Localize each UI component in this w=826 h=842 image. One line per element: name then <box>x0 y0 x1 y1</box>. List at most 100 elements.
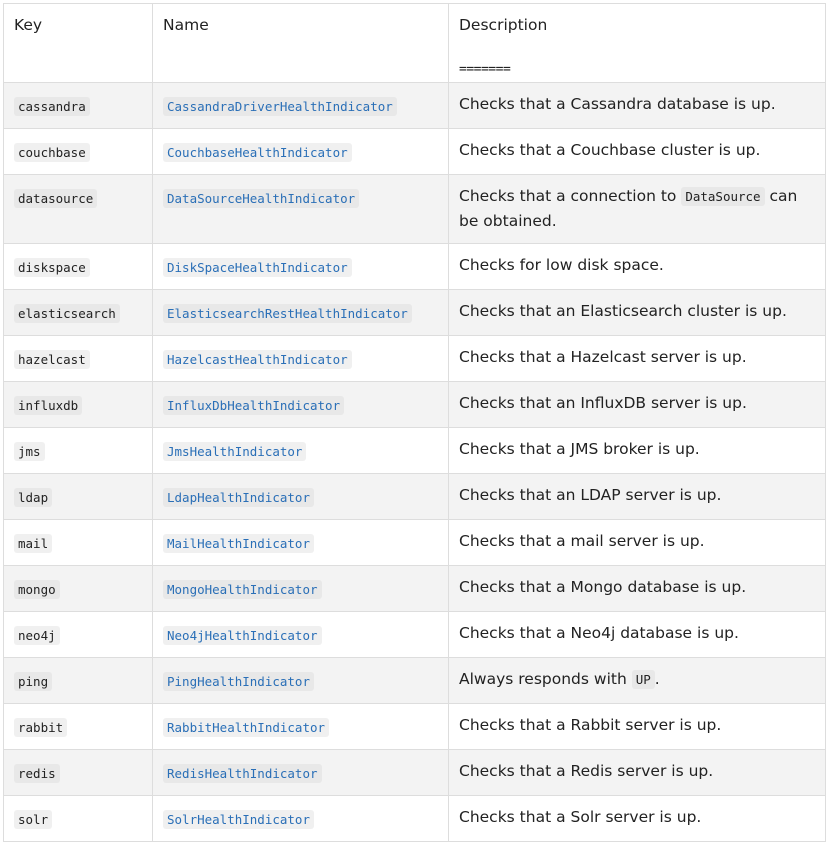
table-row: ldap LdapHealthIndicator Checks that an LD… <box>3 473 826 520</box>
cell-key: jms <box>3 427 153 474</box>
health-indicators-table: Key Name Description ======= cassandra Ca… <box>3 3 826 842</box>
description-text: Checks that a mail server is up. <box>459 532 705 550</box>
cell-key: elasticsearch <box>3 289 153 336</box>
description-text: Checks that a Neo4j database is up. <box>459 624 739 642</box>
cell-description: Checks for low disk space. <box>448 243 826 290</box>
cell-name: DataSourceHealthIndicator <box>152 174 449 244</box>
cell-name: DiskSpaceHealthIndicator <box>152 243 449 290</box>
cell-description: Checks that a Neo4j database is up. <box>448 611 826 658</box>
indicator-class-link[interactable]: CouchbaseHealthIndicator <box>163 143 352 162</box>
cell-name: MailHealthIndicator <box>152 519 449 566</box>
header-description-separator: ======= <box>459 62 511 77</box>
cell-description: Checks that a Mongo database is up. <box>448 565 826 612</box>
cell-name: SolrHealthIndicator <box>152 795 449 842</box>
table-row: redis RedisHealthIndicator Checks that a R… <box>3 749 826 796</box>
description-code: DataSource <box>681 187 765 206</box>
indicator-class-link[interactable]: ElasticsearchRestHealthIndicator <box>163 304 412 323</box>
description-text: Always responds with <box>459 670 632 688</box>
key-code: ping <box>14 672 53 691</box>
header-description-label: Description <box>459 16 548 34</box>
description-text: Checks that a Redis server is up. <box>459 762 714 780</box>
table-row: mail MailHealthIndicator Checks that a mai… <box>3 519 826 566</box>
key-code: neo4j <box>14 626 60 645</box>
cell-name: CouchbaseHealthIndicator <box>152 128 449 175</box>
header-name: Name <box>152 3 449 83</box>
cell-key: rabbit <box>3 703 153 750</box>
cell-name: ElasticsearchRestHealthIndicator <box>152 289 449 336</box>
key-code: redis <box>14 764 60 783</box>
cell-name: MongoHealthIndicator <box>152 565 449 612</box>
table-header-row: Key Name Description ======= <box>3 3 826 83</box>
indicator-class-link[interactable]: InfluxDbHealthIndicator <box>163 396 345 415</box>
indicator-class-link[interactable]: LdapHealthIndicator <box>163 488 314 507</box>
cell-description: Checks that a Solr server is up. <box>448 795 826 842</box>
key-code: rabbit <box>14 718 68 737</box>
cell-description: Checks that a connection to DataSource c… <box>448 174 826 244</box>
description-text: Checks that a Rabbit server is up. <box>459 716 722 734</box>
cell-description: Checks that an InfluxDB server is up. <box>448 381 826 428</box>
description-text: Checks that a Cassandra database is up. <box>459 95 776 113</box>
indicator-class-link[interactable]: JmsHealthIndicator <box>163 442 307 461</box>
cell-description: Checks that a Hazelcast server is up. <box>448 335 826 382</box>
key-code: hazelcast <box>14 350 90 369</box>
indicator-class-link[interactable]: DataSourceHealthIndicator <box>163 189 360 208</box>
cell-key: influxdb <box>3 381 153 428</box>
cell-name: RedisHealthIndicator <box>152 749 449 796</box>
description-text-end: . <box>654 670 660 688</box>
cell-key: solr <box>3 795 153 842</box>
cell-name: Neo4jHealthIndicator <box>152 611 449 658</box>
header-description: Description ======= <box>448 3 826 83</box>
indicator-class-link[interactable]: RabbitHealthIndicator <box>163 718 330 737</box>
description-text: Checks that a connection to <box>459 187 682 205</box>
table-row: ping PingHealthIndicator Always responds w… <box>3 657 826 704</box>
cell-name: HazelcastHealthIndicator <box>152 335 449 382</box>
cell-key: hazelcast <box>3 335 153 382</box>
cell-description: Checks that an LDAP server is up. <box>448 473 826 520</box>
cell-description: Checks that a JMS broker is up. <box>448 427 826 474</box>
key-code: jms <box>14 442 45 461</box>
key-code: solr <box>14 810 53 829</box>
cell-key: neo4j <box>3 611 153 658</box>
key-code: datasource <box>14 189 98 208</box>
table-row: cassandra CassandraDriverHealthIndicator C… <box>3 82 826 129</box>
cell-key: datasource <box>3 174 153 244</box>
table-row: solr SolrHealthIndicator Checks that a Sol… <box>3 795 826 842</box>
key-code: elasticsearch <box>14 304 120 323</box>
indicator-class-link[interactable]: Neo4jHealthIndicator <box>163 626 322 645</box>
table-row: rabbit RabbitHealthIndicator Checks that a… <box>3 703 826 750</box>
cell-key: redis <box>3 749 153 796</box>
cell-key: mongo <box>3 565 153 612</box>
cell-key: ping <box>3 657 153 704</box>
table-row: elasticsearch ElasticsearchRestHealthIndi… <box>3 289 826 336</box>
key-code: diskspace <box>14 258 90 277</box>
key-code: mongo <box>14 580 60 599</box>
indicator-class-link[interactable]: SolrHealthIndicator <box>163 810 314 829</box>
cell-name: RabbitHealthIndicator <box>152 703 449 750</box>
table-row: hazelcast HazelcastHealthIndicator Checks … <box>3 335 826 382</box>
description-text: Checks that a Mongo database is up. <box>459 578 747 596</box>
indicator-class-link[interactable]: HazelcastHealthIndicator <box>163 350 352 369</box>
cell-key: couchbase <box>3 128 153 175</box>
cell-name: InfluxDbHealthIndicator <box>152 381 449 428</box>
indicator-class-link[interactable]: CassandraDriverHealthIndicator <box>163 97 397 116</box>
indicator-class-link[interactable]: RedisHealthIndicator <box>163 764 322 783</box>
key-code: influxdb <box>14 396 83 415</box>
indicator-class-link[interactable]: DiskSpaceHealthIndicator <box>163 258 352 277</box>
header-key: Key <box>3 3 153 83</box>
cell-description: Checks that a Redis server is up. <box>448 749 826 796</box>
cell-description: Always responds with UP. <box>448 657 826 704</box>
description-text: Checks that a Couchbase cluster is up. <box>459 141 761 159</box>
table-row: couchbase CouchbaseHealthIndicator Checks … <box>3 128 826 175</box>
cell-key: diskspace <box>3 243 153 290</box>
cell-description: Checks that a Rabbit server is up. <box>448 703 826 750</box>
description-text: Checks that a Solr server is up. <box>459 808 702 826</box>
indicator-class-link[interactable]: MailHealthIndicator <box>163 534 314 553</box>
table-row: influxdb InfluxDbHealthIndicator Checks th… <box>3 381 826 428</box>
indicator-class-link[interactable]: PingHealthIndicator <box>163 672 314 691</box>
cell-description: Checks that a Couchbase cluster is up. <box>448 128 826 175</box>
description-code: UP <box>631 670 655 689</box>
indicator-class-link[interactable]: MongoHealthIndicator <box>163 580 322 599</box>
key-code: couchbase <box>14 143 90 162</box>
key-code: cassandra <box>14 97 90 116</box>
cell-name: JmsHealthIndicator <box>152 427 449 474</box>
